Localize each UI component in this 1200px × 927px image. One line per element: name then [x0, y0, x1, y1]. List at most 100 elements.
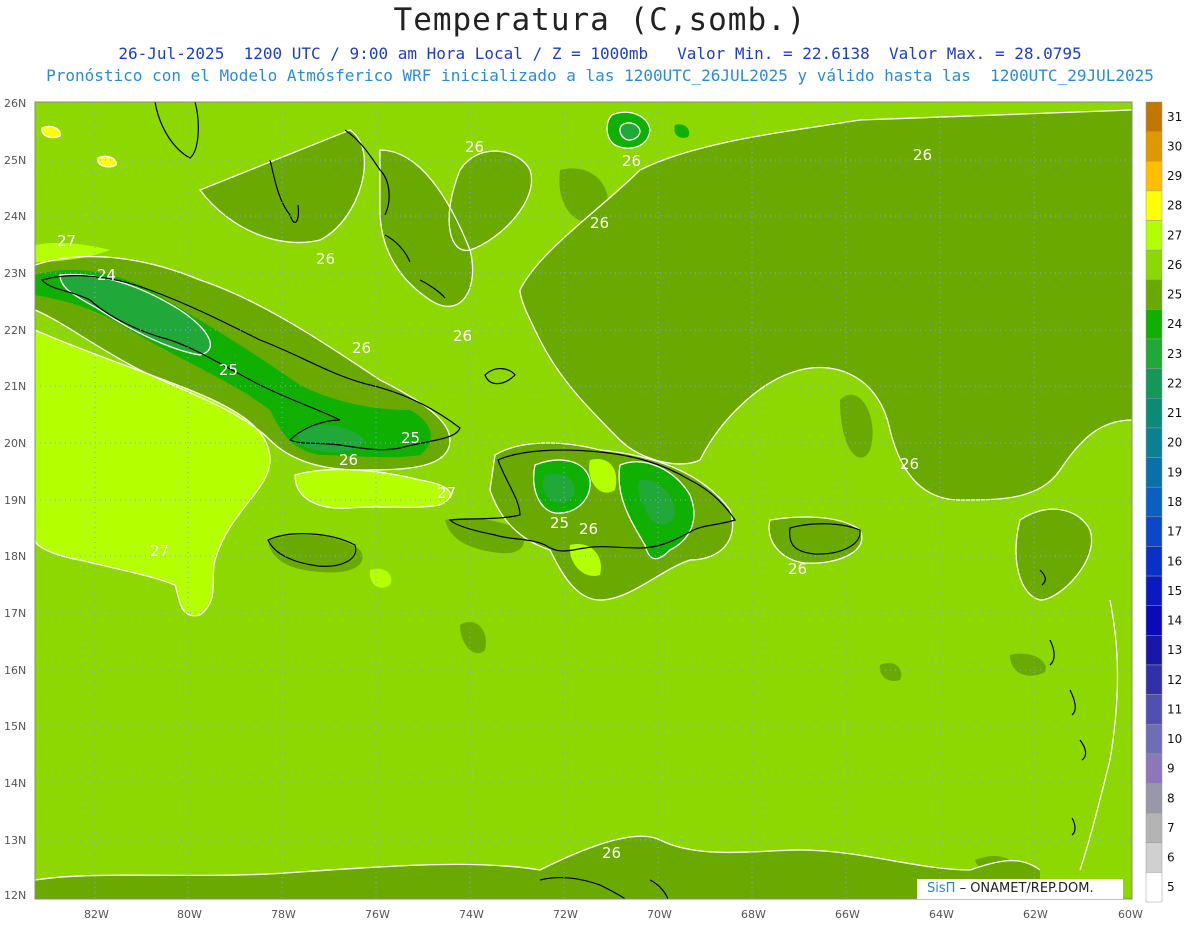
lat-label: 16N [4, 664, 26, 677]
colorbar-swatch [1145, 398, 1163, 429]
lat-label: 22N [4, 324, 26, 337]
contour-label: 26 [900, 455, 919, 473]
colorbar-swatch [1145, 812, 1163, 843]
colorbar-swatch [1145, 486, 1163, 518]
contour-label: 26 [579, 520, 598, 538]
contour-label: 24 [97, 266, 116, 284]
lat-label: 15N [4, 720, 26, 733]
credit-text: – ONAMET/REP.DOM. [959, 881, 1094, 896]
contour-label: 26 [453, 327, 472, 345]
lat-label: 26N [4, 97, 26, 110]
colorbar-swatch [1145, 338, 1163, 369]
colorbar-swatch [1145, 101, 1163, 132]
colorbar-swatch [1145, 872, 1163, 903]
colorbar-swatch [1145, 575, 1163, 606]
colorbar-label: 16 [1167, 554, 1182, 568]
contour-label: 25 [219, 361, 238, 379]
lon-label: 78W [271, 908, 296, 921]
lat-label: 23N [4, 267, 26, 280]
credit-box: SisΠ – ONAMET/REP.DOM. [917, 879, 1123, 899]
lat-label: 24N [4, 210, 26, 223]
colorbar-swatch [1145, 723, 1163, 755]
contour-label: 27 [437, 484, 456, 502]
lon-label: 68W [741, 908, 766, 921]
longitude-axis: 82W 80W 78W 76W 74W 72W 70W 68W 66W 64W … [84, 908, 1143, 921]
colorbar: 31 30 29 28 27 26 25 24 23 22 21 20 19 18 17 16 15 14 13 12… [1145, 101, 1182, 903]
colorbar-label: 11 [1167, 702, 1182, 716]
colorbar-label: 14 [1167, 614, 1182, 628]
colorbar-label: 22 [1167, 376, 1182, 390]
colorbar-label: 7 [1167, 821, 1175, 835]
colorbar-label: 9 [1167, 762, 1175, 776]
colorbar-label: 10 [1167, 732, 1182, 746]
colorbar-swatch [1145, 605, 1163, 636]
colorbar-label: 15 [1167, 584, 1182, 598]
lon-label: 76W [365, 908, 390, 921]
contour-label: 26 [590, 214, 609, 232]
lat-label: 20N [4, 437, 26, 450]
colorbar-label: 30 [1167, 139, 1182, 153]
colorbar-label: 12 [1167, 673, 1182, 687]
colorbar-label: 20 [1167, 436, 1182, 450]
colorbar-label: 25 [1167, 288, 1182, 302]
contour-label: 25 [401, 429, 420, 447]
colorbar-swatch [1145, 516, 1163, 547]
colorbar-label: 6 [1167, 851, 1175, 865]
lon-label: 66W [835, 908, 860, 921]
colorbar-swatch [1145, 190, 1163, 221]
lon-label: 74W [459, 908, 484, 921]
latitude-axis: 26N 25N 24N 23N 22N 21N 20N 19N 18N 17N … [4, 97, 26, 902]
lat-label: 14N [4, 777, 26, 790]
contour-label: 26 [788, 560, 807, 578]
colorbar-swatch [1145, 161, 1163, 192]
contour-label: 26 [465, 138, 484, 156]
lat-label: 18N [4, 550, 26, 563]
lat-label: 25N [4, 154, 26, 167]
lon-label: 72W [553, 908, 578, 921]
colorbar-swatch [1145, 368, 1163, 399]
colorbar-swatch [1145, 842, 1163, 873]
colorbar-label: 27 [1167, 228, 1182, 242]
colorbar-swatch [1145, 131, 1163, 162]
colorbar-swatch [1145, 783, 1163, 814]
colorbar-label: 23 [1167, 347, 1182, 361]
colorbar-label: 24 [1167, 317, 1182, 331]
contour-label: 26 [602, 844, 621, 862]
lon-label: 70W [647, 908, 672, 921]
contour-label: 27 [150, 542, 169, 560]
colorbar-label: 8 [1167, 791, 1175, 805]
lon-label: 60W [1118, 908, 1143, 921]
colorbar-swatch [1145, 694, 1163, 725]
lat-label: 12N [4, 889, 26, 902]
colorbar-swatch [1145, 664, 1163, 695]
colorbar-swatch [1145, 309, 1163, 340]
contour-label: 26 [339, 451, 358, 469]
colorbar-swatch [1145, 753, 1163, 784]
lat-label: 21N [4, 380, 26, 393]
contour-label: 26 [316, 250, 335, 268]
colorbar-swatch [1145, 546, 1163, 577]
colorbar-label: 13 [1167, 643, 1182, 657]
lon-label: 80W [177, 908, 202, 921]
colorbar-swatch [1145, 279, 1163, 310]
lon-label: 82W [84, 908, 109, 921]
contour-label: 26 [913, 146, 932, 164]
colorbar-label: 5 [1167, 880, 1175, 894]
colorbar-swatch [1145, 427, 1163, 458]
sispi-brand: SisΠ [927, 881, 956, 896]
colorbar-swatch [1145, 635, 1163, 666]
lon-label: 64W [929, 908, 954, 921]
lat-label: 13N [4, 834, 26, 847]
colorbar-label: 26 [1167, 258, 1182, 272]
colorbar-label: 29 [1167, 169, 1182, 183]
colorbar-swatch [1145, 249, 1163, 281]
colorbar-label: 19 [1167, 465, 1182, 479]
colorbar-swatch [1145, 220, 1163, 251]
colorbar-label: 21 [1167, 406, 1182, 420]
contour-label: 27 [57, 232, 76, 250]
colorbar-swatch [1145, 457, 1163, 488]
contour-label: 25 [550, 514, 569, 532]
map-figure: 26 26 26 26 26 26 26 26 26 26 27 27 27 2… [4, 97, 1182, 921]
colorbar-label: 28 [1167, 199, 1182, 213]
colorbar-label: 31 [1167, 110, 1182, 124]
